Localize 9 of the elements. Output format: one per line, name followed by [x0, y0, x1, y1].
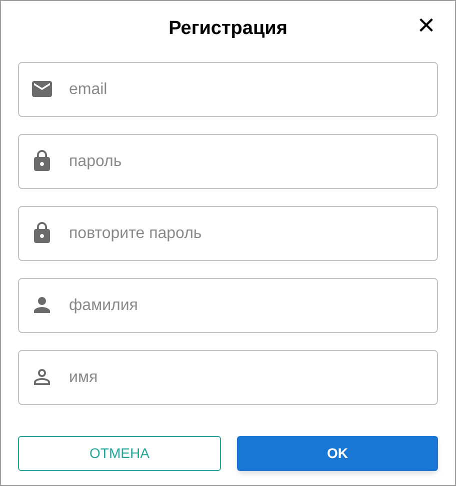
dialog-title: Регистрация [168, 16, 288, 41]
input-field[interactable]: пароль [18, 134, 438, 189]
input-field[interactable]: повторите пароль [18, 206, 438, 261]
input-field[interactable]: фамилия [18, 278, 438, 333]
ok-button[interactable]: OK [237, 436, 438, 471]
input-field[interactable]: email [18, 62, 438, 117]
close-button[interactable]: × [417, 11, 435, 41]
input-field[interactable]: имя [18, 350, 438, 405]
cancel-button[interactable]: ОТМЕНА [18, 436, 221, 471]
